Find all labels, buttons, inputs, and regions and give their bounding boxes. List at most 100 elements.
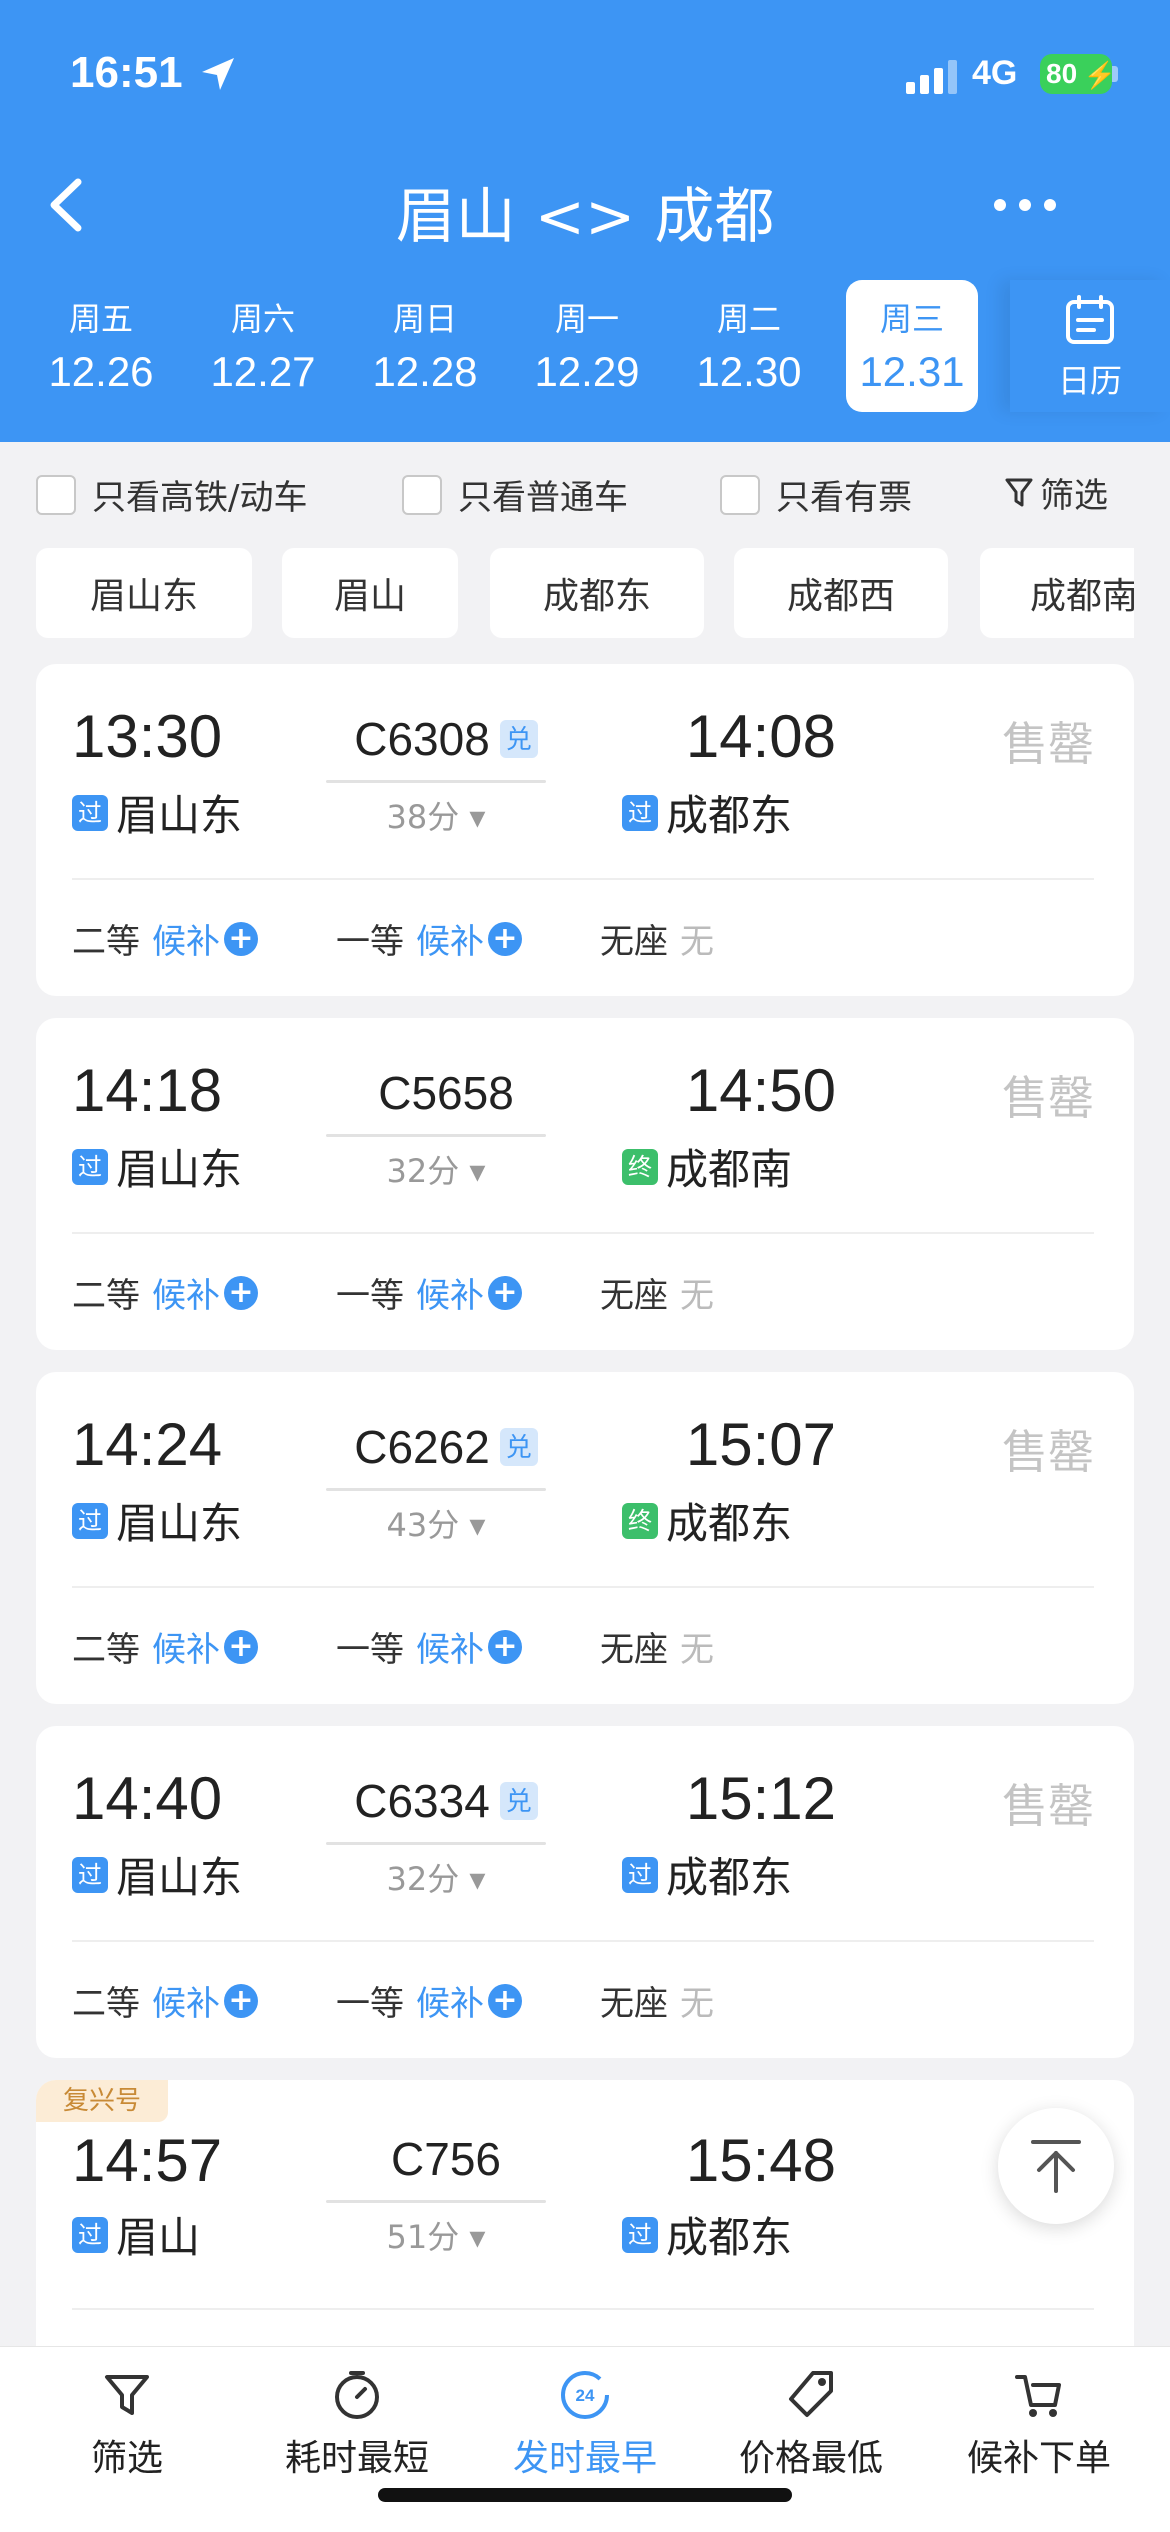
- train-number-text: C6334: [354, 1775, 490, 1827]
- train-card[interactable]: 13:30 C6308 兑 38分 ▾ 14:08 过眉山东 过成都东 售罄 二…: [36, 664, 1134, 996]
- plus-icon: +: [224, 921, 258, 956]
- pass-tag: 过: [72, 1856, 108, 1893]
- date-item-1228[interactable]: 周日 12.28: [350, 280, 500, 412]
- train-number-text: C6308: [354, 713, 490, 765]
- arrival-station-name: 成都南: [666, 1145, 793, 1194]
- arrival-station-name: 成都东: [666, 1853, 793, 1902]
- seat-standing: 无座无: [600, 914, 714, 963]
- duration-toggle[interactable]: 32分 ▾: [316, 1146, 556, 1192]
- exchange-badge: 兑: [499, 1782, 538, 1820]
- departure-station-name: 眉山东: [116, 1499, 243, 1548]
- header: 16:51 4G 80 ⚡ 眉山 <> 成都 周五 12.26 周六 12.27…: [0, 0, 1170, 442]
- tab-waitlist-order[interactable]: 候补下单: [922, 2347, 1156, 2497]
- arrival-station-name: 成都东: [666, 1499, 793, 1548]
- date-label: 12.26: [48, 348, 154, 395]
- seat-state: 无: [680, 1984, 714, 2024]
- plus-icon: +: [488, 1983, 522, 2018]
- sold-out-status: 售罄: [1002, 1071, 1094, 1125]
- duration-toggle[interactable]: 32分 ▾: [316, 1854, 556, 1900]
- departure-station: 过眉山: [72, 2204, 200, 2265]
- terminal-tag: 终: [622, 1502, 658, 1539]
- checkbox-box: [36, 474, 76, 515]
- checkbox-label: 只看高铁/动车: [92, 478, 308, 518]
- seat-state: 候补: [416, 1276, 484, 1316]
- filter-button[interactable]: 筛选: [1004, 468, 1108, 517]
- train-number: C5658: [316, 1066, 576, 1120]
- battery-indicator: 80 ⚡: [1040, 54, 1116, 94]
- duration: 43分: [386, 1506, 460, 1544]
- divider: [72, 2308, 1094, 2310]
- battery-cap: [1112, 66, 1118, 82]
- train-card[interactable]: 14:18 C5658 32分 ▾ 14:50 过眉山东 终成都南 售罄 二等候…: [36, 1018, 1134, 1350]
- train-number: C756: [316, 2132, 576, 2186]
- tab-lowest-price[interactable]: 价格最低: [694, 2347, 928, 2497]
- date-label: 12.29: [534, 348, 640, 395]
- seat-class: 无座: [600, 1984, 668, 2024]
- seat-first-class[interactable]: 一等 候补 +: [336, 1976, 522, 2025]
- seat-class: 一等: [336, 1984, 404, 2024]
- filter-icon: [1005, 478, 1033, 506]
- departure-station-name: 眉山: [116, 2213, 201, 2262]
- seat-second-class[interactable]: 二等 候补 +: [72, 1622, 258, 1671]
- date-item-1229[interactable]: 周一 12.29: [512, 280, 662, 412]
- seat-first-class[interactable]: 一等 候补 +: [336, 1622, 522, 1671]
- seat-class: 一等: [336, 1276, 404, 1316]
- high-speed-only-checkbox[interactable]: 只看高铁/动车: [36, 470, 307, 519]
- tab-label: 价格最低: [738, 2438, 883, 2479]
- back-to-top-button[interactable]: [998, 2108, 1114, 2224]
- available-only-checkbox[interactable]: 只看有票: [720, 470, 912, 519]
- seat-state: 候补: [152, 922, 220, 962]
- checkbox-label: 只看有票: [776, 478, 912, 518]
- seat-second-class[interactable]: 二等 候补 +: [72, 1976, 258, 2025]
- seat-state: 候补: [416, 1630, 484, 1670]
- train-number: C6334 兑: [316, 1774, 576, 1828]
- train-card[interactable]: 14:40 C6334 兑 32分 ▾ 15:12 过眉山东 过成都东 售罄 二…: [36, 1726, 1134, 2058]
- duration-toggle[interactable]: 51分 ▾: [316, 2212, 556, 2258]
- departure-time: 14:24: [72, 1411, 223, 1478]
- date-item-1227[interactable]: 周六 12.27: [188, 280, 338, 412]
- station-chip-meishandong[interactable]: 眉山东: [36, 548, 252, 638]
- seat-class: 二等: [72, 1276, 140, 1316]
- date-item-1231-selected[interactable]: 周三 12.31: [846, 280, 978, 412]
- departure-time: 14:57: [72, 2127, 223, 2194]
- tab-filter[interactable]: 筛选: [10, 2347, 244, 2497]
- seat-class: 无座: [600, 1276, 668, 1316]
- train-card[interactable]: 复兴号 14:57 C756 51分 ▾ 15:48 过眉山 过成都东: [36, 2080, 1134, 2380]
- date-item-1226[interactable]: 周五 12.26: [26, 280, 176, 412]
- seat-second-class[interactable]: 二等 候补 +: [72, 1268, 258, 1317]
- sold-out-status: 售罄: [1002, 717, 1094, 771]
- station-chip-chengdunan[interactable]: 成都南: [980, 548, 1134, 638]
- departure-station: 过眉山东: [72, 782, 242, 843]
- caret-down-icon: ▾: [469, 798, 486, 836]
- route-line: [326, 1842, 546, 1845]
- tab-shortest-time[interactable]: 耗时最短: [240, 2347, 474, 2497]
- station-chip-chengdudong[interactable]: 成都东: [490, 548, 704, 638]
- date-item-1230[interactable]: 周二 12.30: [674, 280, 824, 412]
- train-card[interactable]: 14:24 C6262 兑 43分 ▾ 15:07 过眉山东 终成都东 售罄 二…: [36, 1372, 1134, 1704]
- arrival-station-name: 成都东: [666, 2213, 793, 2262]
- plus-icon: +: [488, 1275, 522, 1310]
- seat-first-class[interactable]: 一等 候补 +: [336, 914, 522, 963]
- departure-station: 过眉山东: [72, 1844, 242, 1905]
- calendar-button[interactable]: 日历: [1010, 280, 1170, 412]
- more-icon[interactable]: [990, 190, 1060, 220]
- duration-toggle[interactable]: 38分 ▾: [316, 792, 556, 838]
- seat-state: 无: [680, 1630, 714, 1670]
- pass-tag: 过: [72, 1502, 108, 1539]
- station-chip-meishan[interactable]: 眉山: [282, 548, 458, 638]
- date-label: 12.30: [696, 348, 802, 395]
- seat-class: 无座: [600, 922, 668, 962]
- tab-earliest-departure[interactable]: 24 发时最早: [468, 2347, 702, 2497]
- route-line: [326, 780, 546, 783]
- plus-icon: +: [488, 1629, 522, 1664]
- normal-train-only-checkbox[interactable]: 只看普通车: [402, 470, 628, 519]
- location-arrow-icon: [202, 58, 234, 90]
- duration: 51分: [386, 2218, 460, 2256]
- seat-second-class[interactable]: 二等 候补 +: [72, 914, 258, 963]
- plus-icon: +: [224, 1629, 258, 1664]
- station-chip-chengduxi[interactable]: 成都西: [734, 548, 948, 638]
- duration-toggle[interactable]: 43分 ▾: [316, 1500, 556, 1546]
- seat-state: 候补: [416, 922, 484, 962]
- seat-first-class[interactable]: 一等 候补 +: [336, 1268, 522, 1317]
- route-line: [326, 1488, 546, 1491]
